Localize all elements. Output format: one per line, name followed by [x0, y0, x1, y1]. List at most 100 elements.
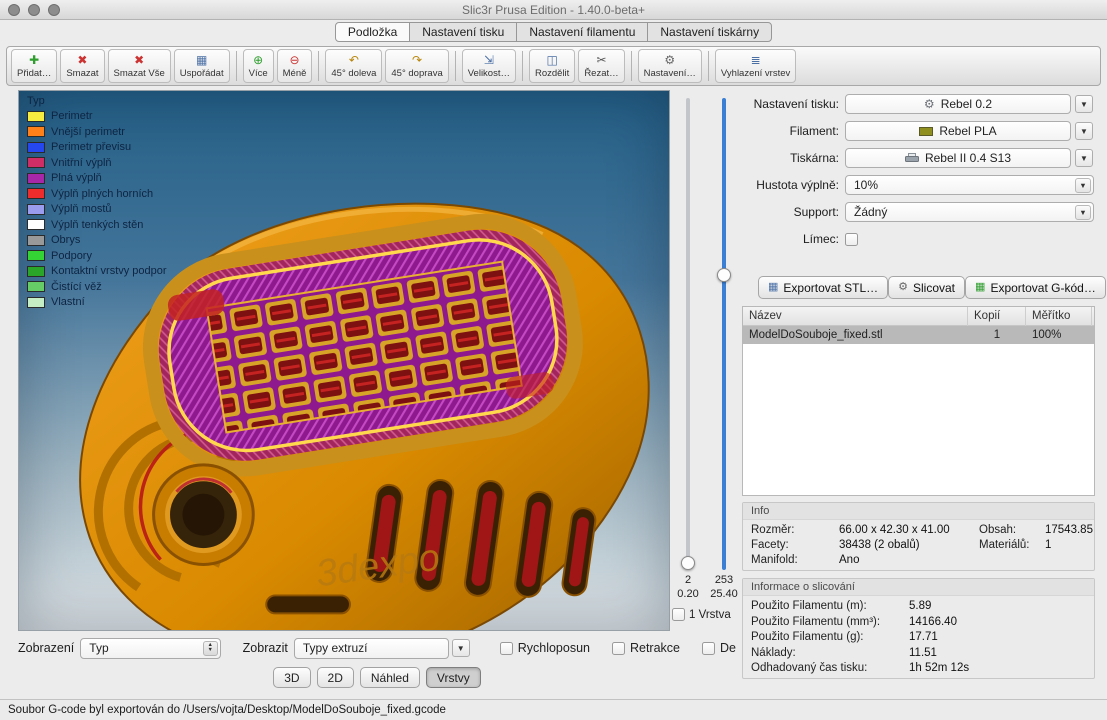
- layer-slider-low-handle[interactable]: [681, 556, 695, 570]
- delete-icon: ✖: [77, 54, 87, 68]
- split-icon: ◫: [546, 54, 557, 68]
- export-gcode-button[interactable]: ▦ Exportovat G-kód…: [965, 276, 1106, 299]
- slicing-info-section: Informace o slicování Použito Filamentu …: [742, 578, 1095, 679]
- legend-item: Vnitřní výplň: [27, 157, 167, 169]
- layer-smoothing-button[interactable]: ≣ Vyhlazení vrstev: [715, 49, 796, 83]
- add-button[interactable]: ✚ Přidat…: [11, 49, 57, 83]
- layer-slider-low[interactable]: [686, 98, 690, 570]
- tab-label: Nastavení filamentu: [529, 25, 635, 39]
- travel-option: Rychloposun: [500, 641, 590, 655]
- chevron-down-icon: ▼: [1080, 154, 1088, 163]
- arrange-button[interactable]: ▦ Uspořádat: [174, 49, 230, 83]
- rotate-left-button[interactable]: ↶ 45° doleva: [325, 49, 382, 83]
- column-header-scale[interactable]: Měřítko: [1026, 307, 1092, 326]
- toolbar-separator: [318, 51, 319, 81]
- filament-combo[interactable]: Rebel PLA: [845, 121, 1071, 141]
- retractions-label: Retrakce: [630, 641, 680, 655]
- slicing-value: 14166.40: [909, 616, 1086, 628]
- table-row[interactable]: ModelDoSouboje_fixed.stl 1 100%: [743, 326, 1094, 344]
- extrusion-type-combo[interactable]: Typy extruzí: [294, 638, 449, 659]
- print-settings-combo[interactable]: ⚙ Rebel 0.2: [845, 94, 1071, 114]
- legend-swatch: [27, 281, 45, 292]
- scale-button[interactable]: ⇲ Velikost…: [462, 49, 516, 83]
- more-copies-button[interactable]: ⊕ Více: [243, 49, 274, 83]
- tab-filament-settings[interactable]: Nastavení filamentu: [516, 22, 648, 42]
- toolbar-separator: [631, 51, 632, 81]
- printer-combo[interactable]: Rebel II 0.4 S13: [845, 148, 1071, 168]
- bottom-controls: Zobrazení Typ ▲▼ Zobrazit Typy extruzí ▼…: [18, 636, 736, 660]
- legend-item: Vlastní: [27, 296, 167, 308]
- support-combo[interactable]: Žádný ▼: [845, 202, 1094, 222]
- column-header-name[interactable]: Název: [743, 307, 968, 326]
- brim-checkbox[interactable]: [845, 233, 858, 246]
- layer-slider-high-handle[interactable]: [717, 268, 731, 282]
- legend-label: Perimetr převisu: [51, 141, 131, 153]
- tab-print-settings[interactable]: Nastavení tisku: [409, 22, 517, 42]
- chevron-down-icon[interactable]: ▼: [1075, 205, 1091, 220]
- chevron-down-icon[interactable]: ▼: [1075, 178, 1091, 193]
- toolbar-label: Více: [249, 68, 268, 79]
- filament-dropdown-button[interactable]: ▼: [1075, 122, 1093, 140]
- print-settings-dropdown-button[interactable]: ▼: [1075, 95, 1093, 113]
- truncated-checkbox[interactable]: [702, 642, 715, 655]
- view-preview-button[interactable]: Náhled: [360, 667, 420, 688]
- single-layer-checkbox[interactable]: [672, 608, 685, 621]
- view-mode-select[interactable]: Typ ▲▼: [80, 638, 220, 659]
- legend-item: Perimetr: [27, 110, 167, 122]
- viewport-3d[interactable]: 3dexpo Typ Perimetr Vnější perimetr Peri…: [18, 90, 670, 631]
- rotate-right-button[interactable]: ↷ 45° doprava: [385, 49, 448, 83]
- printer-icon: [905, 153, 919, 163]
- object-name: ModelDoSouboje_fixed.stl: [743, 329, 968, 341]
- view-3d-button[interactable]: 3D: [273, 667, 310, 688]
- window-title: Slic3r Prusa Edition - 1.40.0-beta+: [0, 3, 1107, 17]
- legend-item: Výplň plných horních: [27, 188, 167, 200]
- printer-dropdown-button[interactable]: ▼: [1075, 149, 1093, 167]
- legend-swatch: [27, 297, 45, 308]
- delete-button[interactable]: ✖ Smazat: [60, 49, 104, 83]
- legend-item: Čistící věž: [27, 281, 167, 293]
- split-button[interactable]: ◫ Rozdělit: [529, 49, 575, 83]
- travel-checkbox[interactable]: [500, 642, 513, 655]
- printer-row: Tiskárna: Rebel II 0.4 S13 ▼: [742, 148, 1095, 168]
- fewer-copies-button[interactable]: ⊖ Méně: [277, 49, 313, 83]
- slicing-value: 11.51: [909, 647, 1086, 659]
- toolbar-separator: [236, 51, 237, 81]
- legend-label: Čistící věž: [51, 281, 102, 293]
- slice-label: Slicovat: [913, 281, 955, 295]
- export-stl-button[interactable]: ▦ Exportovat STL…: [758, 276, 888, 299]
- legend-item: Plná výplň: [27, 172, 167, 184]
- legend-item: Obrys: [27, 234, 167, 246]
- extrusion-type-dropdown-button[interactable]: ▼: [452, 639, 470, 657]
- legend-label: Kontaktní vrstvy podpor: [51, 265, 167, 277]
- column-header-copies[interactable]: Kopií: [968, 307, 1026, 326]
- slice-button[interactable]: ⚙ Slicovat: [888, 276, 965, 299]
- legend-swatch: [27, 204, 45, 215]
- tab-printer-settings[interactable]: Nastavení tiskárny: [647, 22, 772, 42]
- infill-row: Hustota výplně: 10% ▼: [742, 175, 1095, 195]
- layer-slider-high[interactable]: [722, 98, 726, 570]
- info-value: 17543.85: [1045, 524, 1093, 536]
- view-layers-button[interactable]: Vrstvy: [426, 667, 481, 688]
- legend-swatch: [27, 188, 45, 199]
- infill-combo[interactable]: 10% ▼: [845, 175, 1094, 195]
- object-settings-button[interactable]: ⚙ Nastavení…: [638, 49, 702, 83]
- view-switch-buttons: 3D 2D Náhled Vrstvy: [18, 667, 736, 688]
- more-icon: ⊕: [253, 54, 263, 68]
- view-button-label: 3D: [284, 671, 299, 685]
- cut-button[interactable]: ✂ Řezat…: [578, 49, 624, 83]
- tab-plater[interactable]: Podložka: [335, 22, 410, 42]
- view-2d-button[interactable]: 2D: [317, 667, 354, 688]
- objects-table[interactable]: Název Kopií Měřítko ModelDoSouboje_fixed…: [742, 306, 1095, 496]
- select-stepper-icon: ▲▼: [203, 641, 218, 656]
- delete-all-button[interactable]: ✖ Smazat Vše: [108, 49, 171, 83]
- toolbar-label: Velikost…: [468, 68, 510, 79]
- infill-label: Hustota výplně:: [742, 178, 839, 192]
- export-stl-icon: ▦: [768, 282, 778, 293]
- rotate-left-icon: ↶: [349, 54, 359, 68]
- toolbar-label: Smazat: [66, 68, 98, 79]
- filament-label: Filament:: [742, 124, 839, 138]
- retractions-checkbox[interactable]: [612, 642, 625, 655]
- legend-swatch: [27, 266, 45, 277]
- view-button-label: 2D: [328, 671, 343, 685]
- status-text: Soubor G-code byl exportován do /Users/v…: [8, 704, 446, 716]
